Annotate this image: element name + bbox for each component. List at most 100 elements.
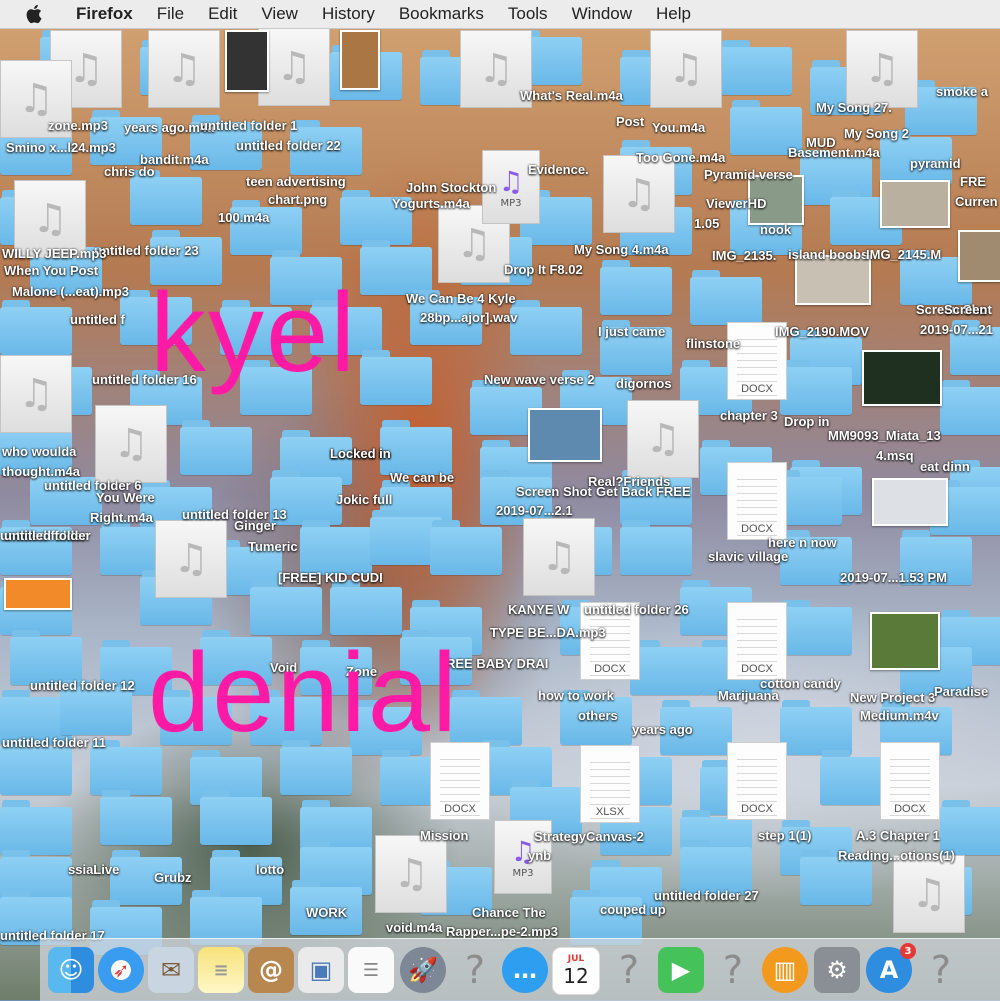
image-thumbnail[interactable] — [225, 30, 269, 92]
notes-icon[interactable]: ≡ — [198, 947, 244, 993]
folder-icon[interactable] — [0, 300, 72, 356]
desktop-item-label: Smino x...l24.mp3 — [6, 140, 116, 155]
folder-icon[interactable] — [200, 790, 272, 846]
folder-icon[interactable] — [360, 240, 432, 296]
document-icon[interactable]: DOCX — [727, 462, 787, 540]
folder-icon[interactable] — [510, 300, 582, 356]
folder-icon[interactable] — [0, 800, 72, 856]
image-thumbnail[interactable] — [340, 30, 380, 90]
desktop-item-label: 2019-07...1.53 PM — [840, 570, 947, 585]
music-file-icon[interactable]: ♫ — [603, 155, 675, 233]
folder-icon[interactable] — [720, 40, 792, 96]
mail-icon[interactable]: ✉ — [148, 947, 194, 993]
system-preferences-icon[interactable]: ⚙ — [814, 947, 860, 993]
finder-icon[interactable]: ☺ — [48, 947, 94, 993]
unknown-app-icon[interactable]: ? — [606, 947, 652, 993]
image-thumbnail[interactable] — [795, 255, 871, 305]
folder-icon[interactable] — [940, 380, 1000, 436]
menu-help[interactable]: Help — [644, 4, 703, 24]
unknown-app-icon[interactable]: ? — [918, 947, 964, 993]
preview-icon[interactable]: ▣ — [298, 947, 344, 993]
document-icon[interactable]: DOCX — [727, 602, 787, 680]
desktop-item-label: Screen Shot — [516, 484, 592, 499]
folder-icon[interactable] — [630, 640, 702, 696]
desktop-item-label: A.3 Chapter 1 — [856, 828, 940, 843]
folder-icon[interactable] — [620, 520, 692, 576]
document-type-label: DOCX — [728, 803, 786, 815]
music-file-icon[interactable]: ♫ — [155, 520, 227, 598]
music-file-icon[interactable]: ♫ — [650, 30, 722, 108]
app-store-icon[interactable]: A 3 — [866, 943, 916, 993]
calendar-icon[interactable]: JUL 12 — [552, 947, 600, 995]
music-file-icon[interactable]: ♫ — [627, 400, 699, 478]
image-thumbnail[interactable] — [528, 408, 602, 462]
folder-icon[interactable] — [100, 790, 172, 846]
desktop-item-label: step 1(1) — [758, 828, 812, 843]
ibooks-icon[interactable]: ▥ — [762, 947, 808, 993]
menu-history[interactable]: History — [310, 4, 387, 24]
desktop-item-label: My Song 2 — [844, 126, 910, 141]
launchpad-icon[interactable]: 🚀 — [400, 947, 446, 993]
folder-icon[interactable] — [690, 270, 762, 326]
menu-view[interactable]: View — [249, 4, 310, 24]
desktop-item-label: StrategyCanvas-2 — [534, 829, 644, 844]
image-thumbnail[interactable] — [4, 578, 72, 610]
desktop-item-label: You.m4a — [652, 120, 706, 135]
desktop-item-label: WORK — [306, 905, 348, 920]
menu-app-firefox[interactable]: Firefox — [64, 4, 145, 24]
folder-icon[interactable] — [450, 690, 522, 746]
folder-icon[interactable] — [300, 520, 372, 576]
folder-icon[interactable] — [780, 700, 852, 756]
document-icon[interactable]: DOCX — [727, 742, 787, 820]
safari-icon[interactable]: ➶ — [98, 947, 144, 993]
reminders-icon[interactable]: ☰ — [348, 947, 394, 993]
folder-icon[interactable] — [780, 600, 852, 656]
messages-icon[interactable]: … — [502, 947, 548, 993]
music-file-icon[interactable]: ♫ — [95, 405, 167, 483]
contacts-icon[interactable]: @ — [248, 947, 294, 993]
image-thumbnail[interactable] — [870, 612, 940, 670]
music-file-icon[interactable]: ♫ — [893, 855, 965, 933]
desktop-item-label: Grubz — [154, 870, 192, 885]
desktop-item-label: John Stockton — [406, 180, 497, 195]
music-file-icon[interactable]: ♫ — [148, 30, 220, 108]
menu-bookmarks[interactable]: Bookmarks — [387, 4, 496, 24]
apple-menu-icon[interactable] — [24, 3, 46, 25]
image-thumbnail[interactable] — [872, 478, 948, 526]
folder-icon[interactable] — [780, 360, 852, 416]
music-file-icon[interactable]: ♫ — [375, 835, 447, 913]
menu-edit[interactable]: Edit — [196, 4, 249, 24]
desktop-item-label: 100.m4a — [218, 210, 270, 225]
calendar-month: JUL — [567, 954, 585, 964]
desktop-item-label: island boobs — [788, 247, 869, 262]
folder-icon[interactable] — [230, 200, 302, 256]
folder-icon[interactable] — [360, 350, 432, 406]
menu-file[interactable]: File — [145, 4, 196, 24]
desktop-item-label: REE BABY DRAI — [446, 656, 549, 671]
desktop-item-label: TYPE BE...DA.mp3 — [490, 625, 606, 640]
unknown-app-icon[interactable]: ? — [710, 947, 756, 993]
desktop-item-label: nook — [760, 222, 792, 237]
facetime-icon[interactable]: ▶ — [658, 947, 704, 993]
desktop-item-label: What's Real.m4a — [520, 88, 623, 103]
folder-icon[interactable] — [600, 260, 672, 316]
desktop-item-label: You Were — [96, 490, 155, 505]
music-file-icon[interactable]: ♫ — [523, 518, 595, 596]
image-thumbnail[interactable] — [862, 350, 942, 406]
music-file-icon[interactable]: ♫ — [0, 355, 72, 433]
image-thumbnail[interactable] — [880, 180, 950, 228]
folder-icon[interactable] — [430, 520, 502, 576]
desktop-item-label: flinstone — [686, 336, 741, 351]
desktop-item-label: MUD — [806, 135, 836, 150]
menu-tools[interactable]: Tools — [496, 4, 560, 24]
spreadsheet-icon[interactable]: XLSX — [580, 745, 640, 823]
desktop-item-label: Pyramid verse — [704, 167, 793, 182]
music-file-icon[interactable]: ♫ — [846, 30, 918, 108]
menu-window[interactable]: Window — [560, 4, 644, 24]
document-icon[interactable]: DOCX — [880, 742, 940, 820]
unknown-app-icon[interactable]: ? — [452, 947, 498, 993]
desktop-item-label: Post — [616, 114, 645, 129]
image-thumbnail[interactable] — [958, 230, 1000, 282]
desktop-item-label: slavic village — [708, 549, 789, 564]
folder-icon[interactable] — [180, 420, 252, 476]
